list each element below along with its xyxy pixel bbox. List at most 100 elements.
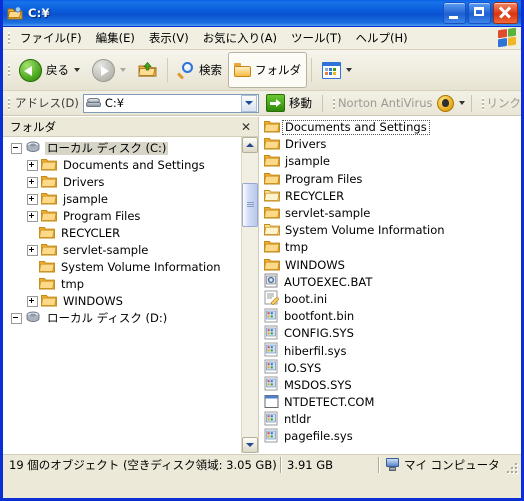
- expand-plus-icon[interactable]: [27, 296, 38, 307]
- status-objects: 19 個のオブジェクト (空きディスク領域: 3.05 GB): [9, 458, 277, 472]
- address-label: アドレス(D): [15, 96, 79, 110]
- menu-file[interactable]: ファイル(F): [13, 28, 89, 48]
- tree-item[interactable]: RECYCLER: [3, 225, 241, 242]
- system-file-icon: [264, 308, 279, 326]
- tree-item[interactable]: WINDOWS: [3, 293, 241, 310]
- menu-help[interactable]: ヘルプ(H): [349, 28, 415, 48]
- file-list-item[interactable]: tmp: [259, 239, 521, 256]
- up-button[interactable]: [132, 52, 163, 88]
- back-history-chevron-down-icon[interactable]: [74, 68, 80, 72]
- file-list-item[interactable]: Drivers: [259, 136, 521, 153]
- file-list-item[interactable]: pagefile.sys: [259, 428, 521, 445]
- file-list[interactable]: Documents and Settings Drivers jsample Prog…: [259, 117, 521, 453]
- expand-plus-icon[interactable]: [27, 245, 38, 256]
- tree-item-label: System Volume Information: [61, 260, 221, 274]
- file-list-item[interactable]: ntldr: [259, 411, 521, 428]
- address-chevron-down-icon[interactable]: [240, 94, 257, 112]
- menu-edit[interactable]: 編集(E): [89, 28, 142, 48]
- tree-item-label: Documents and Settings: [63, 158, 205, 172]
- scroll-thumb[interactable]: [242, 183, 258, 227]
- file-list-item[interactable]: IO.SYS: [259, 359, 521, 377]
- go-button[interactable]: 移動: [262, 93, 316, 113]
- file-list-item[interactable]: Documents and Settings: [259, 119, 521, 136]
- folders-pane-header: フォルダ ✕: [3, 117, 258, 137]
- tree-item[interactable]: ローカル ディスク (D:): [3, 310, 241, 327]
- folder-icon: [41, 242, 57, 259]
- tree-item[interactable]: jsample: [3, 191, 241, 208]
- collapse-minus-icon[interactable]: [11, 313, 22, 324]
- menu-tools[interactable]: ツール(T): [284, 28, 349, 48]
- collapse-minus-icon[interactable]: [11, 143, 22, 154]
- tree-scrollbar[interactable]: [241, 137, 258, 453]
- tree-item[interactable]: servlet-sample: [3, 242, 241, 259]
- file-list-item[interactable]: Program Files: [259, 171, 521, 188]
- folder-icon: [264, 119, 280, 136]
- drive-icon: [25, 141, 41, 157]
- forward-history-chevron-down-icon[interactable]: [120, 68, 126, 72]
- file-list-item[interactable]: hiberfil.sys: [259, 342, 521, 359]
- tree-item-label: ローカル ディスク (D:): [47, 311, 168, 325]
- folders-pane-close-icon[interactable]: ✕: [239, 121, 253, 133]
- file-list-item[interactable]: RECYCLER: [259, 188, 521, 205]
- views-chevron-down-icon[interactable]: [346, 68, 352, 72]
- menu-gripper[interactable]: [5, 30, 13, 46]
- search-button[interactable]: 検索: [172, 52, 228, 88]
- menu-view[interactable]: 表示(V): [142, 28, 196, 48]
- tree-item[interactable]: tmp: [3, 276, 241, 293]
- menu-favorites[interactable]: お気に入り(A): [196, 28, 284, 48]
- file-list-item[interactable]: System Volume Information: [259, 222, 521, 239]
- forward-button[interactable]: [86, 52, 132, 88]
- norton-antivirus-label[interactable]: Norton AntiVirus: [338, 96, 433, 110]
- file-list-item[interactable]: MSDOS.SYS: [259, 376, 521, 394]
- folder-icon: [264, 257, 280, 274]
- scroll-down-button[interactable]: [242, 437, 258, 453]
- file-list-item[interactable]: servlet-sample: [259, 205, 521, 222]
- go-label: 移動: [288, 96, 312, 110]
- folder-icon: [39, 259, 55, 276]
- views-button[interactable]: [316, 52, 358, 88]
- tree-item[interactable]: Program Files: [3, 208, 241, 225]
- folders-icon: [234, 63, 251, 77]
- tree-item[interactable]: Documents and Settings: [3, 157, 241, 174]
- close-button[interactable]: [493, 2, 518, 24]
- explorer-window: C:¥ ファイル(F) 編集(E) 表示(V) お気に入り(A) ツール(T) …: [0, 0, 524, 501]
- folder-icon: [41, 208, 57, 225]
- tree-item[interactable]: System Volume Information: [3, 259, 241, 276]
- norton-gripper[interactable]: [330, 95, 338, 111]
- tree-item[interactable]: Drivers: [3, 174, 241, 191]
- file-list-item[interactable]: CONFIG.SYS: [259, 325, 521, 342]
- toolbar: 戻る 検索 フォルダ: [3, 50, 521, 91]
- address-gripper[interactable]: [5, 95, 13, 111]
- file-list-item[interactable]: boot.ini: [259, 290, 521, 308]
- minimize-button[interactable]: [443, 2, 466, 24]
- file-list-item[interactable]: AUTOEXEC.BAT: [259, 273, 521, 291]
- links-label[interactable]: リンク: [487, 95, 522, 111]
- file-list-item[interactable]: NTDETECT.COM: [259, 394, 521, 411]
- resize-grip[interactable]: [507, 463, 519, 475]
- file-name: NTDETECT.COM: [284, 395, 375, 410]
- expand-plus-icon[interactable]: [27, 194, 38, 205]
- forward-arrow-icon: [92, 58, 115, 82]
- back-button[interactable]: 戻る: [13, 52, 86, 88]
- file-list-item[interactable]: bootfont.bin: [259, 308, 521, 325]
- file-list-item[interactable]: jsample: [259, 153, 521, 170]
- toolbar-gripper[interactable]: [5, 62, 13, 78]
- maximize-button[interactable]: [468, 2, 491, 24]
- norton-chevron-down-icon[interactable]: [458, 101, 465, 105]
- expand-plus-icon[interactable]: [27, 211, 38, 222]
- folder-icon: [39, 276, 55, 293]
- file-name: pagefile.sys: [284, 429, 353, 444]
- file-list-item[interactable]: WINDOWS: [259, 257, 521, 274]
- norton-antivirus-icon[interactable]: [436, 94, 454, 112]
- address-input[interactable]: C:¥: [82, 93, 259, 113]
- expand-plus-icon[interactable]: [27, 177, 38, 188]
- tree-item[interactable]: ローカル ディスク (C:): [3, 140, 241, 157]
- scroll-up-button[interactable]: [242, 137, 258, 153]
- links-gripper[interactable]: [479, 95, 487, 111]
- tree-item-label: WINDOWS: [63, 294, 123, 308]
- file-name: WINDOWS: [285, 257, 345, 272]
- folders-button[interactable]: フォルダ: [228, 52, 307, 88]
- expand-plus-icon[interactable]: [27, 160, 38, 171]
- folder-pale-icon: [264, 188, 280, 205]
- file-name: System Volume Information: [285, 223, 445, 238]
